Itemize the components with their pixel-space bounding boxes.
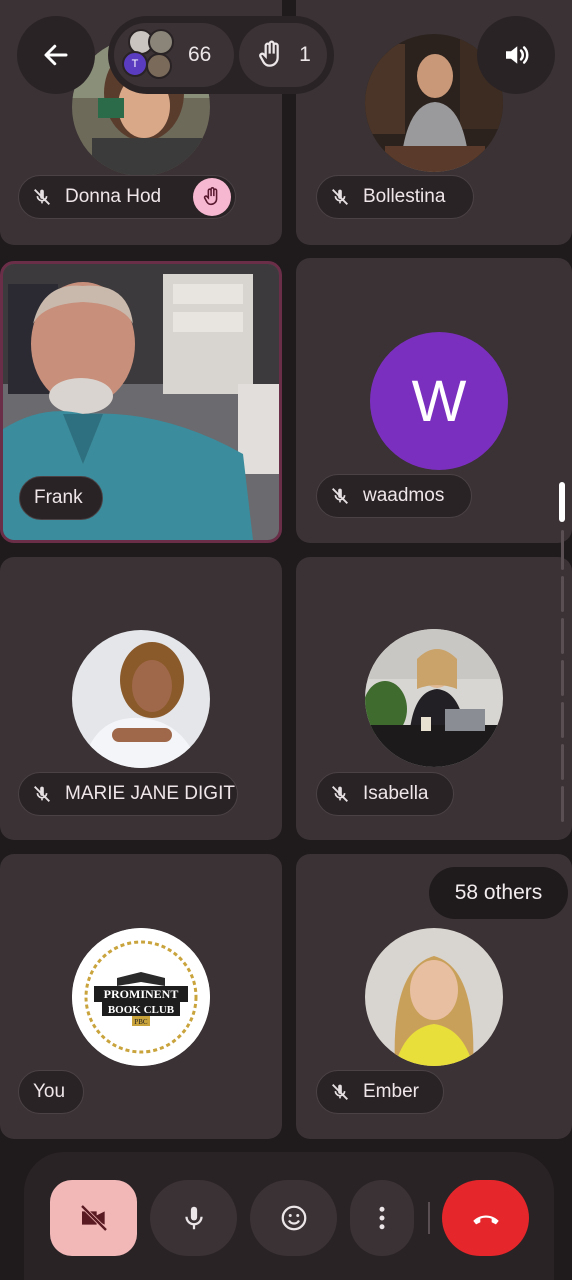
participant-name: Ember: [363, 1081, 419, 1102]
mic-off-icon: [325, 779, 355, 809]
microphone-icon: [184, 1206, 203, 1230]
name-pill-frank: Frank: [19, 476, 103, 520]
avatar-initial: T: [131, 58, 139, 70]
arrow-left-icon: [44, 44, 68, 66]
name-pill-waadmos: waadmos: [316, 474, 472, 518]
scrollbar-track: [561, 702, 564, 738]
reactions-button[interactable]: [250, 1180, 337, 1256]
participant-tile-waadmos[interactable]: W waadmos: [296, 258, 572, 543]
controls-divider: [428, 1202, 430, 1234]
end-call-button[interactable]: [442, 1180, 529, 1256]
logo-text: PROMINENT: [104, 987, 179, 1001]
avatar-ember: [365, 928, 503, 1066]
participant-tile-frank[interactable]: Frank: [0, 261, 282, 543]
avatar-isabella: [365, 629, 503, 767]
participant-name: Bollestina: [363, 186, 446, 207]
mic-off-icon: [325, 182, 355, 212]
participant-name: MARIE JANE DIGIT: [65, 783, 235, 804]
camera-toggle-button[interactable]: [50, 1180, 137, 1256]
volume-icon: [506, 46, 529, 64]
camera-off-icon: [80, 1204, 107, 1232]
participants-pill[interactable]: T 66 1: [108, 16, 334, 94]
name-pill-bollestina: Bollestina: [316, 175, 474, 219]
logo-text: BOOK CLUB: [108, 1004, 175, 1016]
participant-count: 66: [188, 43, 212, 66]
mic-off-icon: [325, 481, 355, 511]
scrollbar-track: [561, 744, 564, 780]
more-options-button[interactable]: [350, 1180, 414, 1256]
name-pill-ember: Ember: [316, 1070, 444, 1114]
avatar-marie: [72, 630, 210, 768]
others-badge[interactable]: 58 others: [429, 867, 568, 919]
participant-tile-marie[interactable]: MARIE JANE DIGIT: [0, 557, 282, 840]
participant-name: Donna Hod: [65, 186, 162, 207]
scrollbar-track: [561, 618, 564, 654]
scrollbar-track: [561, 530, 564, 570]
others-count: 58 others: [454, 881, 543, 904]
emoji-icon: [281, 1205, 306, 1231]
participant-tile-you[interactable]: PROMINENT BOOK CLUB PBC You: [0, 854, 282, 1139]
avatar-waadmos: W: [370, 332, 508, 470]
back-button[interactable]: [17, 16, 95, 94]
participant-tile-isabella[interactable]: Isabella: [296, 557, 572, 840]
microphone-button[interactable]: [150, 1180, 237, 1256]
scrollbar-track: [561, 660, 564, 696]
speaker-button[interactable]: [477, 16, 555, 94]
more-vert-icon: [379, 1206, 385, 1230]
hang-up-icon: [472, 1215, 499, 1225]
participant-name: Isabella: [363, 783, 429, 804]
participant-name: waadmos: [363, 485, 445, 506]
name-pill-isabella: Isabella: [316, 772, 454, 816]
hand-raised-icon: [193, 178, 231, 216]
scrollbar-track: [561, 786, 564, 822]
participant-name: You: [33, 1081, 66, 1102]
participant-name: Frank: [34, 487, 83, 508]
participants-button[interactable]: T 66: [114, 23, 234, 87]
raised-hands-button[interactable]: 1: [239, 23, 327, 87]
avatar-stack: T: [120, 27, 176, 83]
scrollbar-thumb[interactable]: [559, 482, 565, 522]
mic-off-icon: [325, 1077, 355, 1107]
name-pill-you: You: [18, 1070, 84, 1114]
raised-hands-count: 1: [299, 43, 311, 66]
avatar-initial: W: [411, 368, 467, 434]
logo-text: PBC: [134, 1018, 148, 1026]
mic-off-icon: [27, 779, 57, 809]
hand-icon: [259, 40, 279, 67]
name-pill-marie: MARIE JANE DIGIT: [18, 772, 238, 816]
avatar-you: PROMINENT BOOK CLUB PBC: [72, 928, 210, 1066]
name-pill-donna: Donna Hod: [18, 175, 236, 219]
scrollbar-track: [561, 576, 564, 612]
book-club-logo: PROMINENT BOOK CLUB PBC: [72, 928, 210, 1066]
mic-off-icon: [27, 182, 57, 212]
